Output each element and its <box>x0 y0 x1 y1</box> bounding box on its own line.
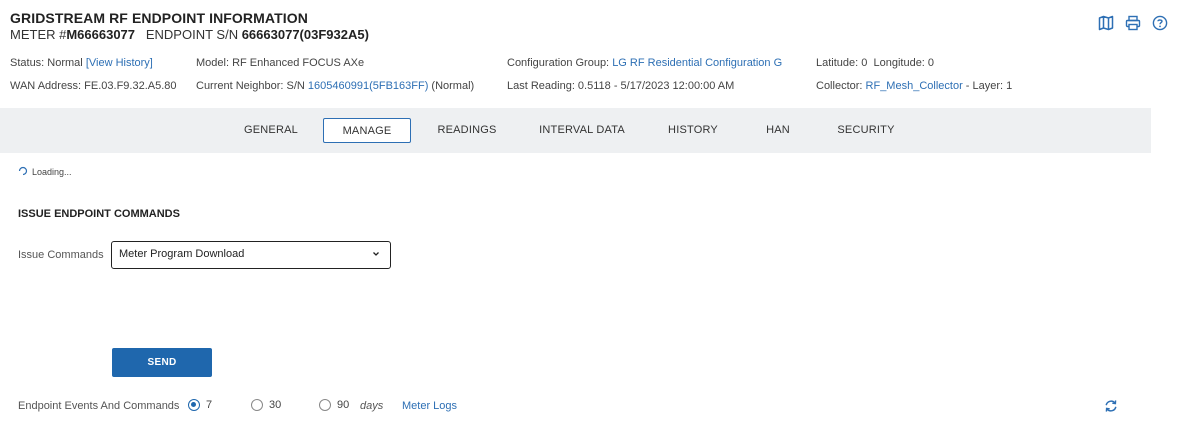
tab-interval-data[interactable]: INTERVAL DATA <box>530 118 634 143</box>
meter-prefix: METER # <box>10 27 67 42</box>
header-toolbar <box>1098 15 1168 31</box>
neighbor-label: Current Neighbor: S/N <box>196 80 305 92</box>
print-icon[interactable] <box>1125 15 1141 31</box>
radio-button[interactable] <box>319 399 331 411</box>
tab-readings[interactable]: READINGS <box>426 118 508 143</box>
radio-label: 90 <box>337 399 350 411</box>
radio-30-days[interactable]: 30 <box>251 399 281 411</box>
collector-link[interactable]: RF_Mesh_Collector <box>866 80 963 92</box>
spinner-icon <box>18 166 28 178</box>
tab-history[interactable]: HISTORY <box>660 118 726 143</box>
tab-security[interactable]: SECURITY <box>828 118 904 143</box>
tab-han[interactable]: HAN <box>756 118 800 143</box>
command-select-value: Meter Program Download <box>119 248 245 260</box>
status-text: Status: Normal <box>10 57 83 69</box>
status-info: Status: Normal [View History] <box>10 57 153 69</box>
neighbor-status: (Normal) <box>431 80 475 92</box>
chevron-down-icon <box>372 242 380 277</box>
radio-button[interactable] <box>188 399 200 411</box>
config-group-link[interactable]: LG RF Residential Configuration G <box>612 57 782 69</box>
model-info: Model: RF Enhanced FOCUS AXe <box>196 57 365 69</box>
page-title: GRIDSTREAM RF ENDPOINT INFORMATION <box>10 10 308 26</box>
send-button[interactable]: SEND <box>112 348 212 377</box>
endpoint-sn: 66663077(03F932A5) <box>241 27 369 42</box>
lat-long: Latitude: 0 Longitude: 0 <box>816 57 935 69</box>
loading-indicator: Loading... <box>18 166 72 178</box>
meter-logs-link[interactable]: Meter Logs <box>402 400 457 412</box>
wan-address: WAN Address: FE.03.F9.32.A5.80 <box>10 80 177 92</box>
radio-label: 30 <box>269 399 282 411</box>
endpoint-prefix: ENDPOINT S/N <box>145 27 239 42</box>
tab-bar: GENERAL MANAGE READINGS INTERVAL DATA HI… <box>0 108 1151 153</box>
config-group-info: Configuration Group: LG RF Residential C… <box>507 57 782 69</box>
refresh-icon[interactable] <box>1104 399 1118 413</box>
last-reading: Last Reading: 0.5118 - 5/17/2023 12:00:0… <box>507 80 735 92</box>
help-icon[interactable] <box>1152 15 1168 31</box>
radio-7-days[interactable]: 7 <box>188 399 212 411</box>
tab-manage[interactable]: MANAGE <box>323 118 411 143</box>
neighbor-info: Current Neighbor: S/N 1605460991(5FB163F… <box>196 80 474 92</box>
section-title: ISSUE ENDPOINT COMMANDS <box>18 208 180 220</box>
collector-layer: - Layer: 1 <box>965 80 1013 92</box>
map-icon[interactable] <box>1098 15 1114 31</box>
page-subtitle: METER #M66663077 ENDPOINT S/N 66663077(0… <box>10 27 369 42</box>
radio-90-days[interactable]: 90 <box>319 399 349 411</box>
radio-button[interactable] <box>251 399 263 411</box>
loading-text: Loading... <box>32 167 72 177</box>
radio-label: 7 <box>206 399 213 411</box>
view-history-link[interactable]: [View History] <box>86 57 153 69</box>
neighbor-link[interactable]: 1605460991(5FB163FF) <box>308 80 428 92</box>
events-label: Endpoint Events And Commands <box>18 400 180 412</box>
collector-info: Collector: RF_Mesh_Collector - Layer: 1 <box>816 80 1012 92</box>
collector-label: Collector: <box>816 80 863 92</box>
tab-general[interactable]: GENERAL <box>232 118 310 143</box>
command-select[interactable]: Meter Program Download <box>111 241 391 269</box>
config-group-label: Configuration Group: <box>507 57 610 69</box>
issue-commands-label: Issue Commands <box>18 249 104 261</box>
days-label: days <box>360 400 384 412</box>
meter-number: M66663077 <box>66 27 136 42</box>
